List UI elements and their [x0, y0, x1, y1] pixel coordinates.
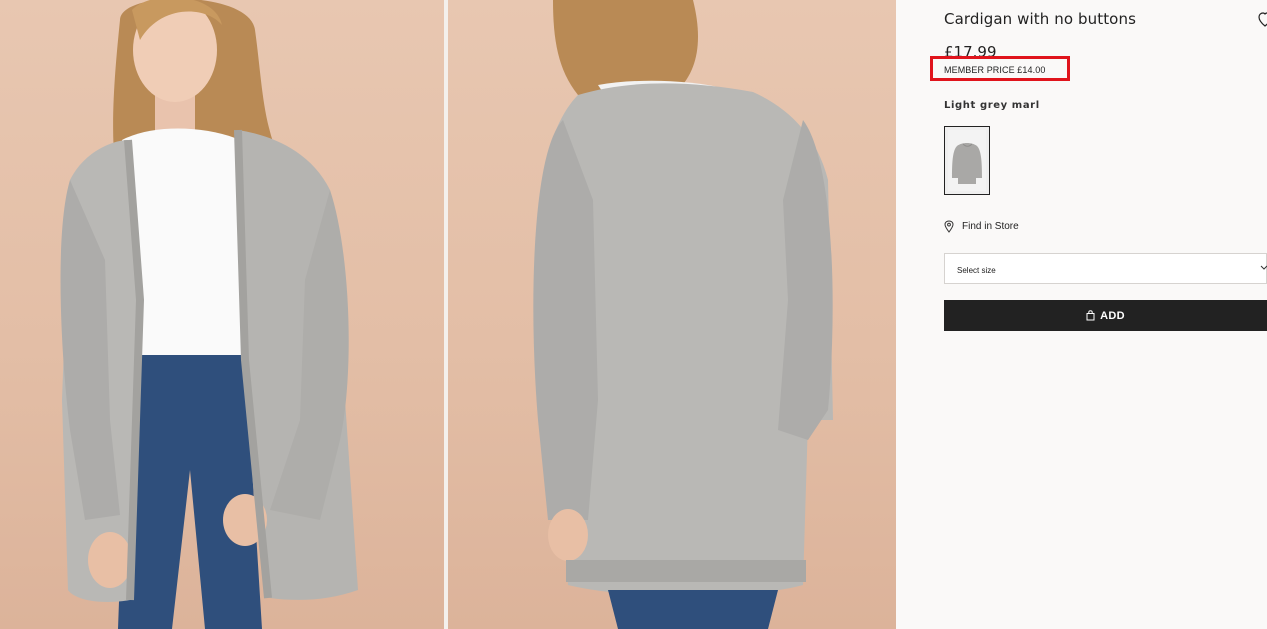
chevron-down-icon: [1260, 265, 1267, 270]
color-name: Light grey marl: [944, 100, 1040, 111]
product-title: Cardigan with no buttons: [944, 10, 1136, 28]
product-image-front[interactable]: [0, 0, 444, 629]
add-button-label: ADD: [1100, 309, 1125, 322]
select-size-label: Select size: [957, 266, 996, 275]
model-front-illustration: [60, 0, 358, 629]
member-price: MEMBER PRICE £14.00: [944, 65, 1046, 75]
product-info-panel: Cardigan with no buttons £17.99 MEMBER P…: [896, 0, 1267, 629]
find-in-store-link[interactable]: Find in Store: [944, 220, 1019, 233]
heart-icon[interactable]: [1258, 12, 1267, 28]
model-back-illustration: [533, 0, 833, 629]
add-to-bag-button[interactable]: ADD: [944, 300, 1267, 331]
location-pin-icon: [944, 220, 954, 233]
product-image-back[interactable]: [448, 0, 896, 629]
color-swatch-light-grey-marl[interactable]: [944, 126, 990, 195]
shopping-bag-icon: [1086, 310, 1095, 321]
find-in-store-label: Find in Store: [962, 221, 1019, 232]
product-price: £17.99: [944, 43, 997, 57]
swatch-thumbnail: [948, 130, 986, 191]
select-size-dropdown[interactable]: Select size: [944, 253, 1267, 284]
